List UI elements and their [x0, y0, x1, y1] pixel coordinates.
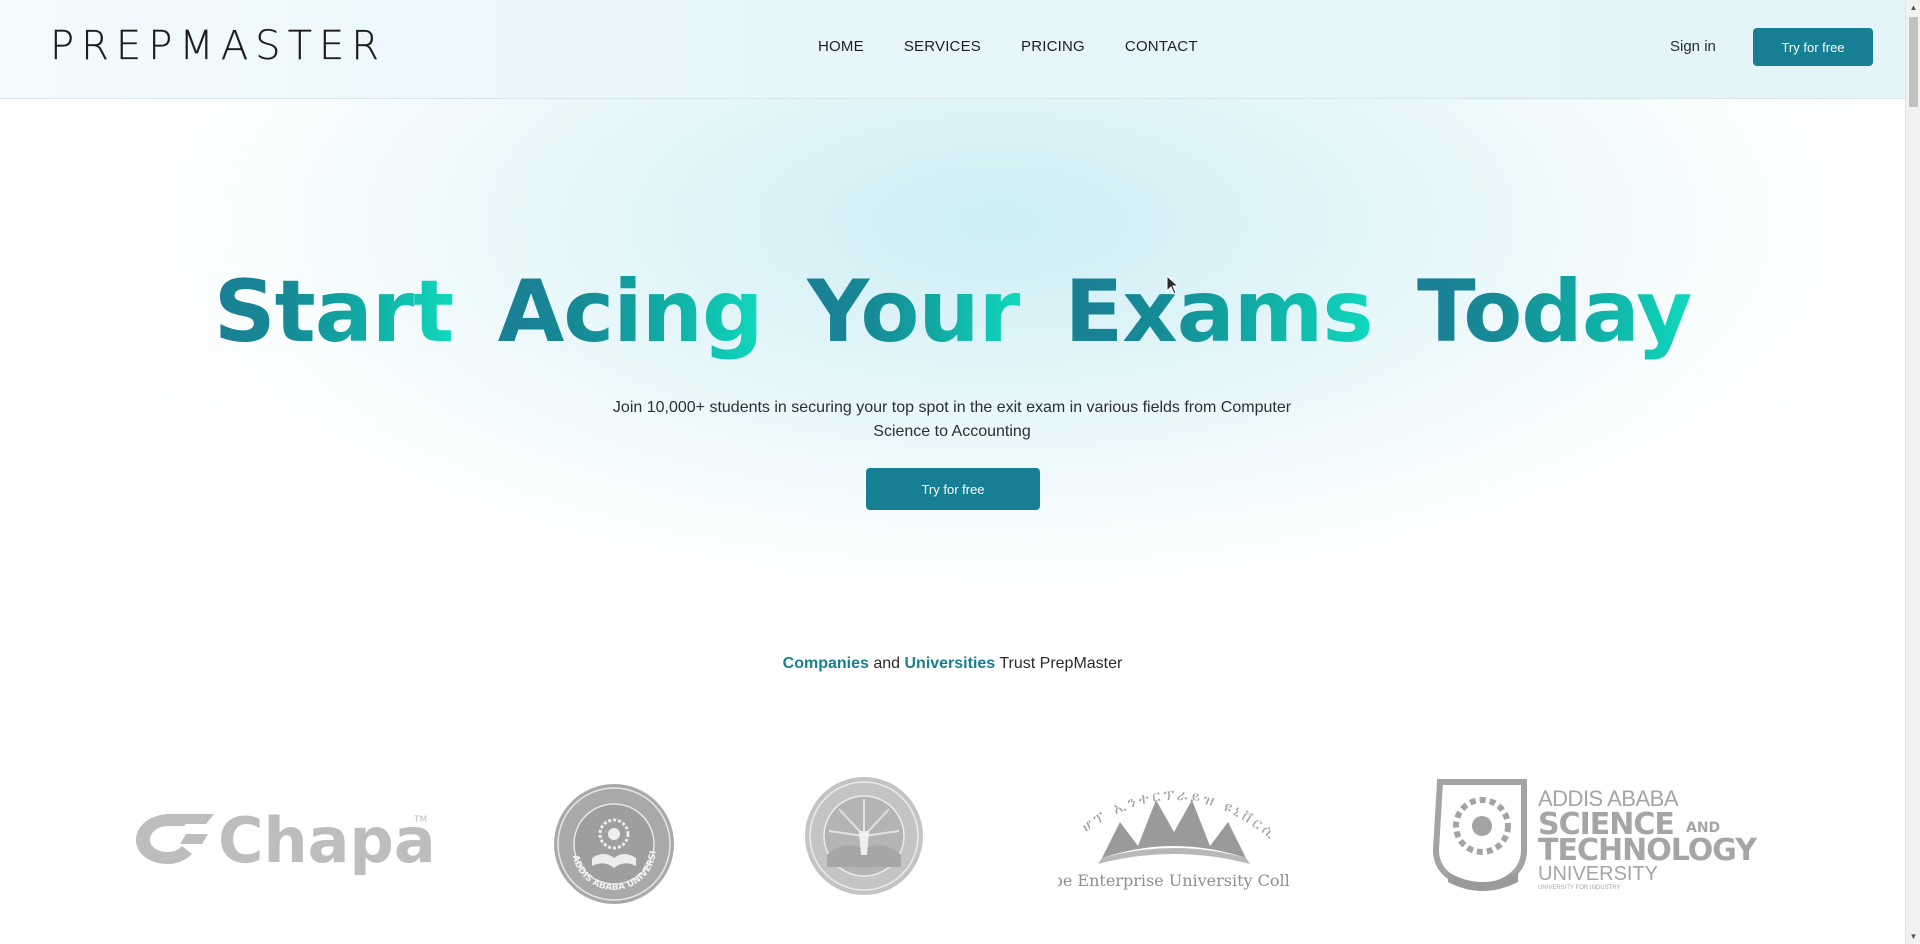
- hope-logo-icon: ሆፕ ኢንተርፕራይዝ ዩኒቨርሲቲ ኮሌጅ Hope Enterprise U…: [1029, 746, 1319, 890]
- university-seal-icon: [805, 777, 923, 895]
- hero-title-word: Today: [1416, 262, 1692, 362]
- chapa-mark-icon: Chapa TM: [136, 804, 436, 877]
- main-nav: HOME SERVICES PRICING CONTACT: [818, 38, 1198, 55]
- university-seal-2: [803, 775, 925, 897]
- trust-companies: Companies: [782, 655, 869, 672]
- try-for-free-header-button[interactable]: Try for free: [1753, 28, 1873, 66]
- hero-title-word: Exams: [1064, 262, 1373, 362]
- trust-and: and: [868, 655, 905, 672]
- university-seal-icon: ADDIS ABABA UNIVERSITY: [548, 775, 674, 904]
- nav-pricing[interactable]: PRICING: [1021, 38, 1085, 55]
- addis-ababa-university-seal: ADDIS ABABA UNIVERSITY: [548, 775, 676, 906]
- svg-text:Hope Enterprise University Col: Hope Enterprise University College: [1058, 871, 1290, 890]
- hero-title: Start Acing Your Exams Today: [0, 262, 1905, 362]
- svg-text:TM: TM: [413, 815, 427, 825]
- sign-in-link[interactable]: Sign in: [1670, 38, 1716, 55]
- vertical-scrollbar[interactable]: ▲ ▼: [1905, 0, 1920, 944]
- mouse-cursor-icon: [1166, 274, 1180, 300]
- trust-universities: Universities: [904, 655, 996, 672]
- scroll-up-icon[interactable]: ▲: [1909, 3, 1918, 12]
- hero-title-word: Acing: [497, 262, 764, 362]
- try-for-free-hero-button[interactable]: Try for free: [866, 468, 1040, 510]
- hero-subtitle: Join 10,000+ students in securing your t…: [612, 399, 1292, 440]
- hero-title-word: Start: [213, 262, 455, 362]
- svg-text:Chapa: Chapa: [218, 804, 432, 877]
- svg-text:UNIVERSITY: UNIVERSITY: [1538, 863, 1658, 885]
- trust-rest: Trust PrepMaster: [995, 655, 1123, 672]
- astu-logo-icon: ADDIS ABABA SCIENCE AND TECHNOLOGY UNIVE…: [1432, 779, 1759, 892]
- hope-enterprise-university-logo: ሆፕ ኢንተርፕራይዝ ዩኒቨርሲቲ ኮሌጅ Hope Enterprise U…: [1029, 746, 1319, 894]
- nav-contact[interactable]: CONTACT: [1125, 38, 1198, 55]
- scroll-down-icon[interactable]: ▼: [1909, 932, 1918, 941]
- astu-logo: ADDIS ABABA SCIENCE AND TECHNOLOGY UNIVE…: [1428, 776, 1772, 892]
- brand-logo[interactable]: PREPMASTER: [50, 26, 386, 66]
- chapa-logo: Chapa TM: [122, 800, 436, 880]
- nav-services[interactable]: SERVICES: [904, 38, 981, 55]
- svg-text:UNIVERSITY FOR INDUSTRY: UNIVERSITY FOR INDUSTRY: [1538, 885, 1620, 891]
- scrollbar-thumb[interactable]: [1909, 17, 1918, 107]
- page: PREPMASTER HOME SERVICES PRICING CONTACT…: [0, 0, 1905, 944]
- trust-statement: Companies and Universities Trust PrepMas…: [0, 655, 1905, 673]
- header: PREPMASTER HOME SERVICES PRICING CONTACT…: [0, 0, 1905, 99]
- hero-title-word: Your: [806, 262, 1021, 362]
- nav-home[interactable]: HOME: [818, 38, 864, 55]
